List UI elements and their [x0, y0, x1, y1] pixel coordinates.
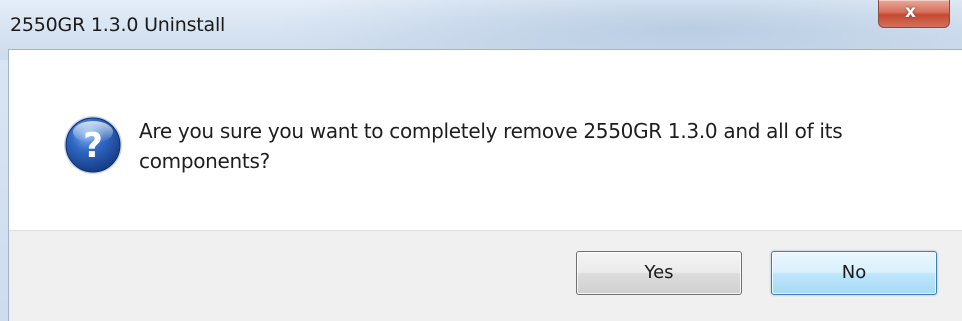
- close-button[interactable]: x: [878, 0, 950, 28]
- question-icon: ?: [64, 116, 122, 174]
- window-title: 2550GR 1.3.0 Uninstall: [10, 14, 226, 36]
- uninstall-dialog-window: 2550GR 1.3.0 Uninstall x ? Are you sure …: [0, 0, 962, 321]
- svg-text:?: ?: [83, 126, 103, 166]
- confirmation-message: Are you sure you want to completely remo…: [139, 119, 843, 173]
- close-icon: x: [905, 2, 916, 22]
- yes-button[interactable]: Yes: [576, 251, 742, 295]
- message-area: ? Are you sure you want to completely re…: [9, 50, 962, 230]
- no-button[interactable]: No: [771, 251, 937, 295]
